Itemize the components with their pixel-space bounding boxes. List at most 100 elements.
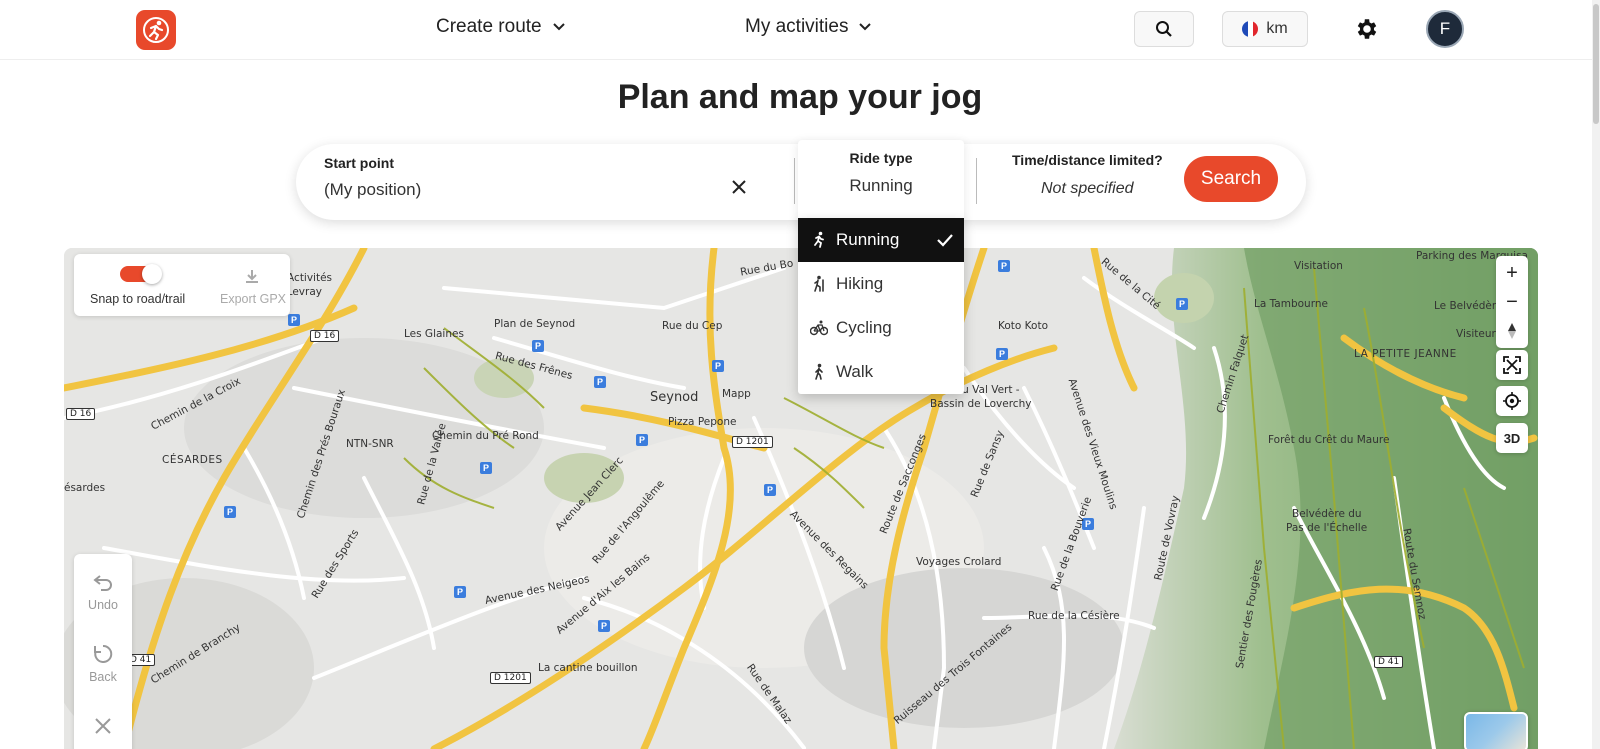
units-label: km [1266,20,1288,37]
snap-panel: Snap to road/trail Export GPX [74,254,290,316]
parking-icon: P [996,348,1008,360]
map-label: Les Glaines [404,328,464,340]
road-badge-d41: D 41 [1374,656,1404,668]
ride-type-selector[interactable]: Ride type Running [798,140,964,224]
divider [794,158,795,204]
page-title: Plan and map your jog [617,78,983,116]
limit-label: Time/distance limited? [1012,152,1163,168]
map-label: NTN-SNR [346,438,394,450]
download-icon[interactable] [244,268,260,284]
history-panel: Undo Back [74,554,132,749]
map-label: Belvédère du [1292,508,1362,520]
nav-create-route-label: Create route [436,16,542,37]
target-icon [1503,392,1521,410]
back-label: Back [89,670,117,684]
header-search-button[interactable] [1134,11,1194,47]
app-logo[interactable] [136,10,176,50]
ride-type-option-cycling[interactable]: Cycling [798,306,964,350]
start-point-label: Start point [324,155,394,171]
ride-type-option-label: Running [836,230,900,249]
compass-button[interactable] [1496,316,1528,346]
search-icon [1156,21,1172,37]
map-label: CÉSARDES [162,454,223,466]
map-label: LA PETITE JEANNE [1354,348,1457,360]
page-scrollbar[interactable] [1592,0,1600,749]
geolocate-button[interactable] [1496,386,1528,416]
ride-type-option-label: Cycling [836,318,892,337]
export-gpx-button[interactable]: Export GPX [220,292,286,306]
fullscreen-button[interactable] [1496,350,1528,380]
ride-type-dropdown: Running Hiking Cycling Walk [798,218,964,394]
3d-toggle-button[interactable]: 3D [1496,423,1528,453]
map-label: Mapp [722,388,751,400]
layer-switcher-thumbnail[interactable] [1464,712,1528,749]
close-icon[interactable] [730,178,748,196]
map-label: Le Belvédère [1434,300,1503,312]
map-label: Forêt du Crêt du Maure [1268,434,1390,446]
ride-type-option-hiking[interactable]: Hiking [798,262,964,306]
zoom-controls: + − [1496,256,1528,348]
map-label: Rue de la Césière [1028,610,1120,622]
map-label: Pizza Pepone [668,416,737,428]
map-label: Pas de l'Échelle [1286,522,1368,534]
ride-type-value: Running [849,176,913,195]
parking-icon: P [480,462,492,474]
zoom-out-button[interactable]: − [1496,287,1528,317]
nav-my-activities[interactable]: My activities [745,16,872,38]
back-button[interactable]: Back [74,642,132,684]
chevron-down-icon [859,23,872,31]
nav-my-activities-label: My activities [745,16,849,37]
parking-icon: P [224,506,236,518]
ride-type-label: Ride type [849,150,913,166]
walk-icon [815,363,823,380]
rotate-back-icon [94,644,113,663]
map-label: La Tambourne [1254,298,1328,310]
units-button[interactable]: km [1222,11,1308,47]
map-label: Visitation [1294,260,1343,272]
runner-logo-icon [143,17,169,43]
running-icon [814,231,824,248]
route-search-bar: Start point (My position) Ride type Runn… [296,140,1306,224]
chevron-down-icon [552,23,565,31]
nav-create-route[interactable]: Create route [436,16,566,38]
parking-icon: P [764,484,776,496]
undo-button[interactable]: Undo [74,570,132,612]
parking-icon: P [454,586,466,598]
top-header: Create route My activities km F [0,0,1600,60]
gear-icon[interactable] [1354,16,1380,42]
ride-type-option-label: Hiking [836,274,884,293]
ride-type-option-walk[interactable]: Walk [798,350,964,394]
map-label: Bassin de Loverchy [930,398,1032,410]
map-label: ésardes [64,482,106,494]
map-label: Rue du Cep [662,320,723,332]
road-badge-d1201: D 1201 [490,672,531,684]
map-label: Koto Koto [998,320,1048,332]
road-badge-d16: D 16 [310,330,340,342]
map-label: Seynod [650,390,699,405]
cycling-icon [810,320,828,336]
parking-icon: P [288,314,300,326]
search-button[interactable]: Search [1184,156,1278,202]
check-icon [937,234,953,247]
map-label: Plan de Seynod [494,318,576,330]
zoom-in-button[interactable]: + [1496,258,1528,288]
divider [976,158,977,204]
compass-icon [1508,323,1516,339]
parking-icon: P [636,434,648,446]
france-flag-icon [1242,21,1259,37]
fullscreen-icon [1503,356,1521,374]
map-label: Voyages Crolard [916,556,1002,568]
ride-type-option-running[interactable]: Running [798,218,964,262]
start-point-input[interactable]: (My position) [324,180,421,200]
map-label: La cantine bouillon [538,662,638,674]
user-avatar[interactable]: F [1426,10,1464,48]
map-label: Visiteurs [1456,328,1502,340]
undo-icon [93,575,112,591]
parking-icon: P [594,376,606,388]
parking-icon: P [532,340,544,352]
clear-route-button[interactable] [74,714,132,742]
snap-toggle[interactable] [120,264,162,284]
limit-value[interactable]: Not specified [1041,180,1134,198]
road-badge-d1201: D 1201 [732,436,773,448]
parking-icon: P [598,620,610,632]
